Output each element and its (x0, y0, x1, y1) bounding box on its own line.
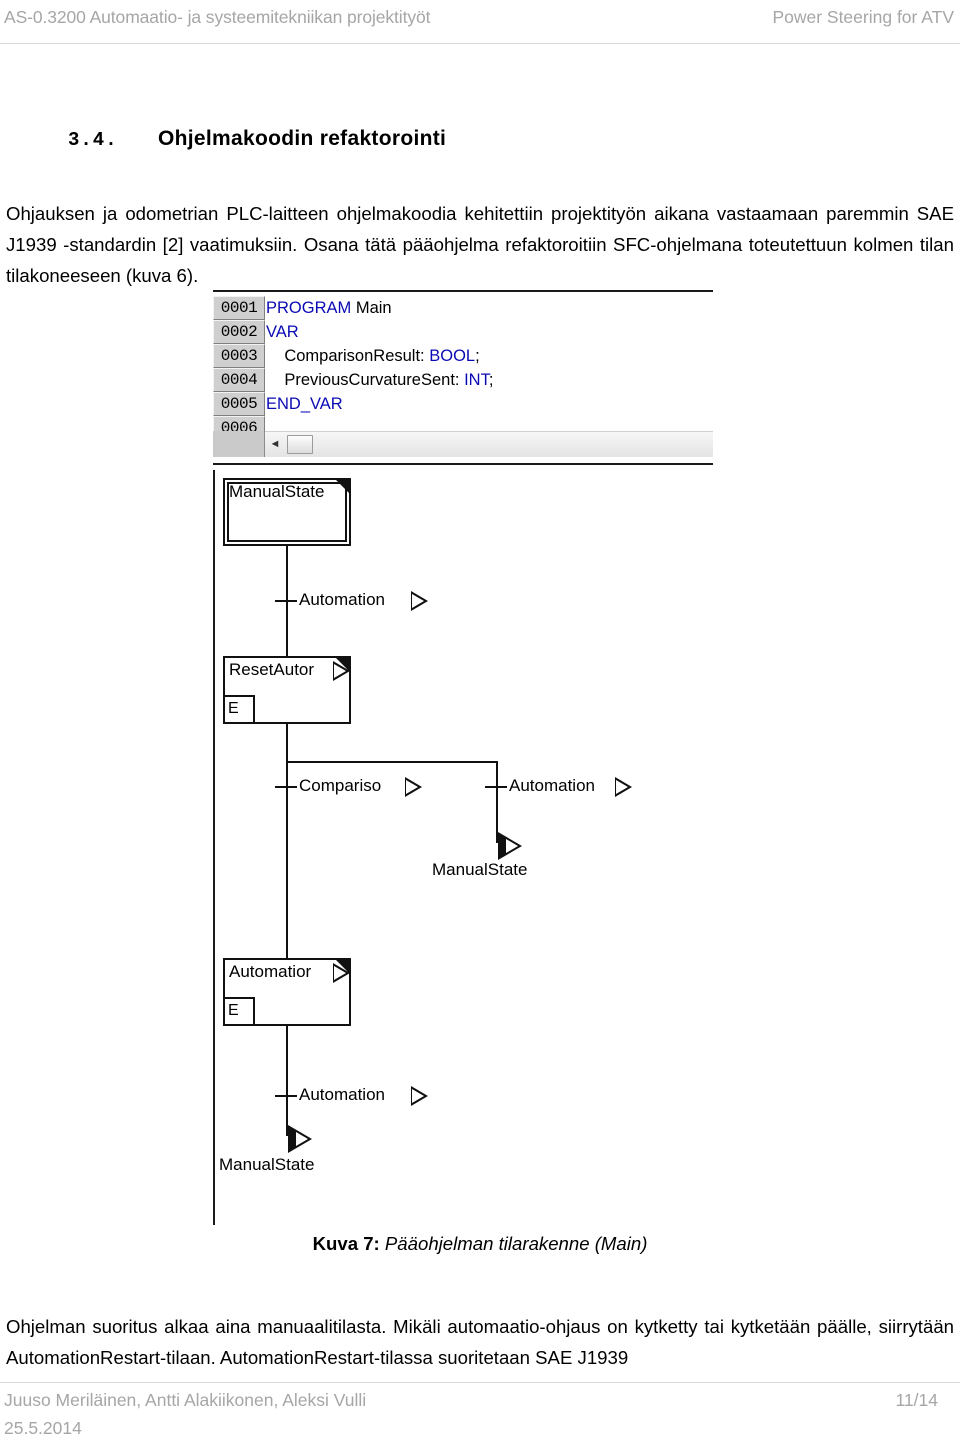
header-divider (0, 43, 960, 44)
page-header: AS-0.3200 Automaatio- ja systeemitekniik… (0, 0, 960, 44)
sfc-jump-label-manualstate-1[interactable]: ManualState (432, 860, 527, 880)
sfc-transition-label-comparison[interactable]: Compariso (299, 776, 381, 796)
sfc-transition-stub-4 (275, 1095, 297, 1097)
sfc-step-manualstate[interactable]: ManualState (223, 478, 351, 546)
step-action-qualifier-e: E (225, 695, 255, 722)
sfc-link-branch-left (286, 761, 288, 913)
code-line[interactable]: 0004 PreviousCurvatureSent: INT; (213, 368, 713, 392)
sfc-transition-stub-1 (275, 600, 297, 602)
code-line-number: 0003 (213, 344, 265, 368)
code-line-number: 0004 (213, 368, 265, 392)
figure-caption-text: Pääohjelman tilarakenne (Main) (384, 1233, 648, 1254)
code-line-list: 0001 PROGRAM Main 0002 VAR 0003 ComparisonRe… (213, 296, 713, 440)
intro-paragraph: Ohjauksen ja odometrian PLC-laitteen ohj… (6, 202, 954, 286)
sfc-transition-label-automation-1[interactable]: Automation (299, 590, 385, 610)
code-token: INT (464, 371, 489, 389)
code-line-text[interactable]: PROGRAM Main (265, 296, 713, 320)
scrollbar-thumb[interactable] (287, 435, 313, 454)
code-line-text[interactable]: VAR (265, 320, 713, 344)
code-token: ; (488, 371, 494, 389)
scroll-left-arrow-icon[interactable]: ◄ (265, 439, 285, 450)
figure-caption-label: Kuva 7: (312, 1233, 380, 1254)
step-overflow-arrow-icon (333, 661, 350, 681)
footer-divider (0, 1382, 960, 1383)
step-label-resetautomation: ResetAutor (229, 660, 315, 679)
scrollbar-track[interactable]: ◄ (265, 431, 713, 457)
code-token: PreviousCurvatureSent: (266, 371, 465, 389)
code-token: END_VAR (266, 395, 343, 413)
step-selected-corner-icon (336, 480, 349, 493)
figure-caption: Kuva 7: Pääohjelman tilarakenne (Main) (0, 1233, 960, 1255)
code-line[interactable]: 0003 ComparisonResult: BOOL; (213, 344, 713, 368)
sfc-step-automationrestart[interactable]: Automatior E (223, 958, 351, 1026)
footer-date: 25.5.2014 (4, 1418, 82, 1438)
code-line-text[interactable]: ComparisonResult: BOOL; (265, 344, 713, 368)
code-line[interactable]: 0002 VAR (213, 320, 713, 344)
sfc-transition-label-automation-2[interactable]: Automation (509, 776, 595, 796)
step-label-automationrestart: Automatior (229, 962, 312, 981)
header-course-title: AS-0.3200 Automaatio- ja systeemitekniik… (4, 7, 431, 27)
step-label-manualstate: ManualState (229, 482, 325, 501)
code-line-number: 0005 (213, 392, 265, 416)
sfc-transition-stub-2 (275, 786, 297, 788)
sfc-link-4 (286, 1026, 288, 1136)
sfc-jump-label-manualstate-2[interactable]: ManualState (219, 1155, 314, 1175)
sfc-transition-arrow-icon-2 (405, 777, 422, 797)
code-line-number: 0002 (213, 320, 265, 344)
code-line-number: 0001 (213, 296, 265, 320)
code-token: PROGRAM (266, 299, 352, 317)
header-project-title: Power Steering for ATV (772, 7, 954, 27)
sfc-transition-label-automation-3[interactable]: Automation (299, 1085, 385, 1105)
code-line[interactable]: 0001 PROGRAM Main (213, 296, 713, 320)
code-line-text[interactable]: END_VAR (265, 392, 713, 416)
sfc-transition-arrow-icon-1 (411, 591, 428, 611)
footer-page-number: 11/14 (895, 1390, 939, 1410)
sfc-link-branch-right (496, 761, 498, 843)
code-token: BOOL (429, 347, 476, 365)
sfc-transition-stub-3 (485, 786, 507, 788)
scrollbar-corner (213, 431, 265, 457)
sfc-jump-arrow-icon-2 (288, 1125, 312, 1153)
figure-main-state-structure: 0001 PROGRAM Main 0002 VAR 0003 ComparisonRe… (213, 290, 715, 1225)
step-action-qualifier-e: E (225, 997, 255, 1024)
code-token: Main (351, 299, 392, 317)
outro-paragraph: Ohjelman suoritus alkaa aina manuaalitil… (6, 1315, 954, 1368)
footer-authors: Juuso Meriläinen, Antti Alakiikonen, Ale… (4, 1390, 367, 1410)
section-heading: 3.4. Ohjelmakoodin refaktorointi (68, 127, 908, 151)
sfc-step-resetautomation[interactable]: ResetAutor E (223, 656, 351, 724)
step-overflow-arrow-icon (333, 963, 350, 983)
code-editor-panel[interactable]: 0001 PROGRAM Main 0002 VAR 0003 ComparisonRe… (213, 290, 713, 465)
sfc-diagram-canvas[interactable]: ManualState Automation ResetAutor E Comp… (213, 470, 713, 1225)
sfc-link-3 (286, 900, 288, 958)
code-token: ; (475, 347, 480, 365)
code-token: VAR (266, 323, 299, 341)
sfc-jump-arrow-icon-1 (498, 832, 522, 860)
code-line[interactable]: 0005 END_VAR (213, 392, 713, 416)
sfc-transition-arrow-icon-3 (615, 777, 632, 797)
section-number: 3.4. (68, 129, 118, 152)
sfc-transition-arrow-icon-4 (411, 1086, 428, 1106)
code-line-text[interactable]: PreviousCurvatureSent: INT; (265, 368, 713, 392)
sfc-divergence-bar (286, 761, 498, 763)
section-title: Ohjelmakoodin refaktorointi (158, 127, 447, 151)
code-horizontal-scrollbar[interactable]: ◄ (213, 431, 713, 457)
code-token: ComparisonResult: (266, 347, 430, 365)
